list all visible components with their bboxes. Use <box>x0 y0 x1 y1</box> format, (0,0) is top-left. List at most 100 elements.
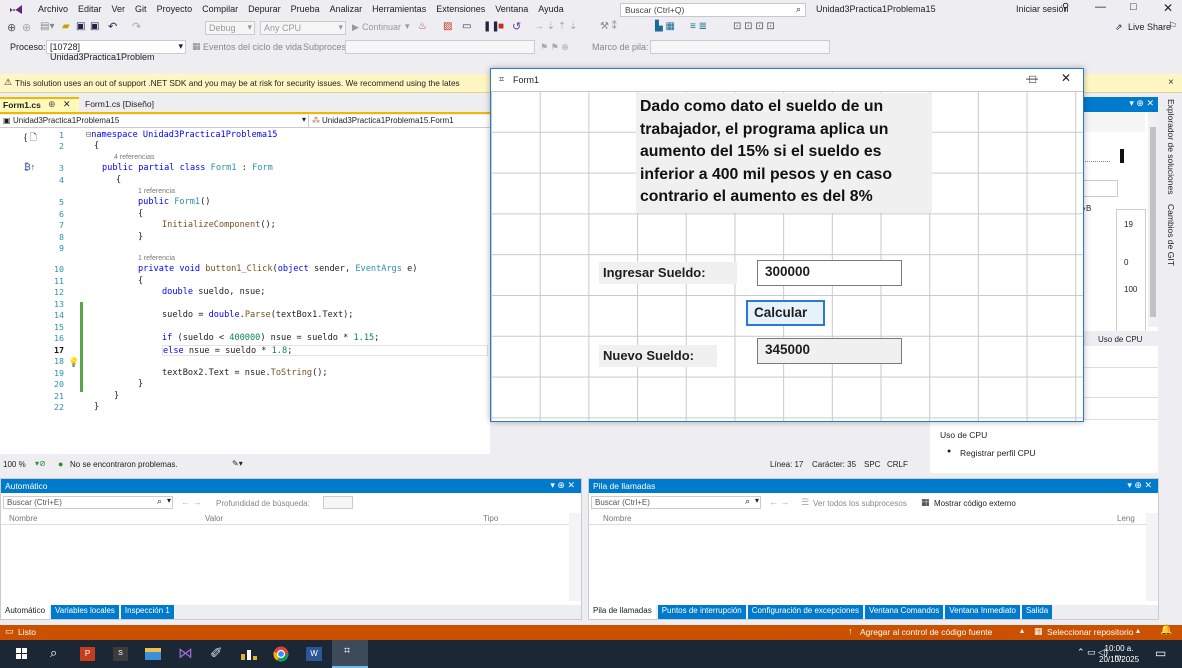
col-language[interactable]: Leng <box>1117 514 1135 523</box>
side-tab-solution-explorer[interactable]: Explorador de soluciones <box>1163 97 1179 197</box>
scrollbar[interactable] <box>1148 112 1158 327</box>
close-icon[interactable]: × <box>1168 77 1174 88</box>
menu-item[interactable]: Ver <box>112 4 126 14</box>
zoom-icon[interactable]: ▾⊘ <box>35 459 46 468</box>
tab-cpu-usage[interactable]: Uso de CPU <box>1098 335 1142 344</box>
col-value[interactable]: Valor <box>205 514 223 523</box>
problems-text[interactable]: No se encontraron problemas. <box>70 460 178 469</box>
code-editor[interactable]: { 🗋 ₿↑ 1 2 3 4 5 6 7 8 9 10 11 12 13 14 15 16 17 18 19 20 21… <box>0 128 490 454</box>
search-icon[interactable]: ⌕ <box>157 496 162 507</box>
signin-link[interactable]: Iniciar sesión <box>1016 4 1069 14</box>
person-icon[interactable]: ⚲ <box>1062 2 1069 13</box>
pane-controls-icon[interactable]: ▾ ⊕ ✕ <box>1129 98 1154 109</box>
codelens-refs[interactable]: 1 referencia <box>138 188 175 195</box>
undo-icon[interactable]: ↶ <box>108 20 117 33</box>
show-external-button[interactable]: Mostrar código externo <box>934 499 1016 508</box>
feedback-icon[interactable]: ⚐ <box>1168 21 1177 32</box>
tools-icon[interactable]: ⚒ ⁑ <box>600 21 617 32</box>
add-source-control[interactable]: Agregar al control de código fuente <box>860 627 992 637</box>
tools-app-icon[interactable] <box>241 648 257 660</box>
window-icon[interactable]: ▭ <box>462 21 471 32</box>
step-icon[interactable]: → ⇣ ⇡ ⇣ <box>534 21 577 32</box>
config-select[interactable]: Debug ▾ <box>205 21 255 35</box>
tab-form1-design[interactable]: Form1.cs [Diseño] <box>82 97 172 112</box>
crlf-indicator[interactable]: CRLF <box>887 460 908 469</box>
layout-icon[interactable]: ▙ ▦ <box>655 21 675 32</box>
save-all-icon[interactable]: ▣ <box>90 21 99 32</box>
visual-studio-icon[interactable]: ⋈ <box>178 644 193 662</box>
hot-reload-icon[interactable]: ▨ <box>443 21 452 32</box>
spc-indicator[interactable]: SPC <box>864 460 880 469</box>
menu-item[interactable]: Analizar <box>330 4 363 14</box>
flame-icon[interactable]: ♨ <box>418 21 427 32</box>
codelens-refs[interactable]: 4 referencias <box>114 154 154 161</box>
nav-arrows-icon[interactable]: ← → <box>769 497 790 507</box>
action-center-icon[interactable]: ▭ <box>1155 646 1166 660</box>
save-icon[interactable]: ▣ <box>76 21 85 32</box>
lifecycle-button[interactable]: Eventos del ciclo de vida <box>203 42 302 52</box>
pane-controls-icon[interactable]: ▾ ⊕ ✕ <box>550 480 575 491</box>
comment-icon[interactable]: ≡ ≣ <box>690 21 707 32</box>
menu-item[interactable]: Extensiones <box>436 4 485 14</box>
code-area[interactable]: ⊟namespace Unidad3Practica1Problema15 { … <box>86 130 490 454</box>
lightbulb-icon[interactable]: 💡 <box>68 357 79 368</box>
menu-item[interactable]: Prueba <box>291 4 320 14</box>
clock-date[interactable]: 20/10/2025 <box>1099 655 1139 664</box>
minimize-button[interactable]: — <box>1095 1 1106 13</box>
search-box[interactable]: Buscar (Ctrl+Q) ⌕ <box>620 3 806 17</box>
running-form-app[interactable]: ⌗ <box>332 640 368 668</box>
notification-icon[interactable]: 🔔 <box>1160 625 1172 636</box>
back-icon[interactable]: ⊕ <box>7 21 16 34</box>
liveshare-icon[interactable]: ⇗ <box>1115 22 1123 33</box>
menu-item[interactable]: Compilar <box>202 4 238 14</box>
tab-callstack-1[interactable]: Puntos de interrupción <box>657 605 746 619</box>
sueldo-input[interactable]: 300000 <box>757 260 902 286</box>
process-select[interactable]: [10728] Unidad3Practica1Problem ▾ <box>46 40 186 62</box>
tab-callstack-5[interactable]: Salida <box>1021 605 1053 619</box>
brush-icon[interactable]: ✎▾ <box>232 459 243 468</box>
tab-callstack-2[interactable]: Configuración de excepciones <box>747 605 863 619</box>
menu-item[interactable]: Proyecto <box>157 4 193 14</box>
forward-icon[interactable]: ⊕ <box>22 21 31 34</box>
new-project-icon[interactable]: ▤▾ <box>40 21 54 32</box>
scrollbar[interactable] <box>1146 513 1158 601</box>
open-icon[interactable]: ▰ <box>62 21 70 32</box>
tab-callstack-3[interactable]: Ventana Comandos <box>864 605 944 619</box>
chrome-icon[interactable] <box>273 646 289 662</box>
tab-callstack-0[interactable]: Pila de llamadas <box>589 605 656 619</box>
col-name[interactable]: Nombre <box>603 514 631 523</box>
tab-autos-0[interactable]: Automático <box>1 605 50 619</box>
chevron-down-icon[interactable]: ▾ <box>167 496 171 505</box>
thread-select[interactable] <box>345 40 535 54</box>
maximize-button[interactable]: □ <box>1029 72 1036 86</box>
filter-icon[interactable]: ⚑ ⚑ ⊕ <box>540 42 569 53</box>
app-icon[interactable]: S <box>113 647 128 661</box>
menu-item[interactable]: Ayuda <box>538 4 563 14</box>
pane-controls-icon[interactable]: ▾ ⊕ ✕ <box>1127 480 1152 491</box>
search-icon[interactable]: ⌕ <box>50 645 57 661</box>
all-threads-button[interactable]: Ver todos los subprocesos <box>813 499 907 508</box>
powerpoint-icon[interactable]: P <box>80 647 95 661</box>
menu-item[interactable]: Editar <box>78 4 102 14</box>
menu-item[interactable]: Herramientas <box>372 4 426 14</box>
tab-autos-1[interactable]: Variables locales <box>51 605 119 619</box>
word-icon[interactable]: W <box>306 647 322 661</box>
stack-frame-select[interactable] <box>650 40 830 54</box>
continue-label[interactable]: Continuar <box>362 22 401 32</box>
nav-arrows-icon[interactable]: ← → <box>181 497 202 507</box>
windows-start-icon[interactable] <box>16 648 28 660</box>
col-type[interactable]: Tipo <box>483 514 498 523</box>
nuevo-sueldo-output[interactable]: 345000 <box>757 338 902 364</box>
bookmark-icon[interactable]: ⊡ ⊡ ⊡ ⊡ <box>733 21 775 32</box>
liveshare-label[interactable]: Live Share <box>1128 22 1171 32</box>
calcular-button[interactable]: Calcular <box>746 300 825 326</box>
select-repo[interactable]: Seleccionar repositorio <box>1047 627 1133 637</box>
restart-icon[interactable]: ↺ <box>512 20 521 33</box>
redo-icon[interactable]: ↷ <box>132 20 141 33</box>
autos-search[interactable]: Buscar (Ctrl+E) ⌕ ▾ <box>3 496 173 509</box>
nav-project[interactable]: Unidad3Practica1Problema15 <box>13 116 119 125</box>
chevron-down-icon[interactable]: ▾ <box>755 496 759 505</box>
menu-item[interactable]: Archivo <box>38 4 68 14</box>
pen-app-icon[interactable]: ✐ <box>210 644 223 662</box>
menu-item[interactable]: Ventana <box>495 4 528 14</box>
